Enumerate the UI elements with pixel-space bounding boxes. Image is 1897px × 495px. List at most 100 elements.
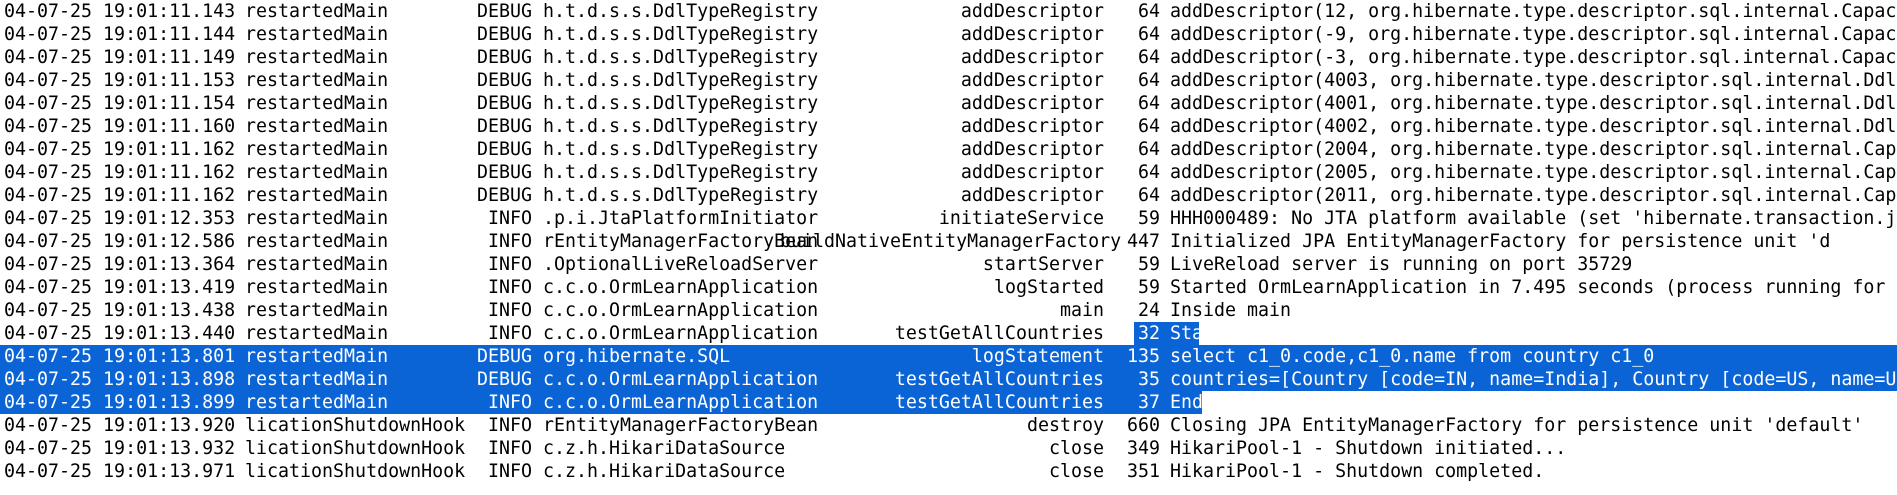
log-thread: restartedMain xyxy=(245,254,389,275)
log-line-number: 64 xyxy=(1137,93,1160,114)
log-line[interactable]: 04-07-25 19:01:11.143 restartedMain DEBUG h… xyxy=(0,0,1897,23)
log-method: destroy xyxy=(1026,415,1104,436)
log-date: 04-07-25 19:01:11.149 xyxy=(4,47,236,68)
log-message: addDescriptor(4003, org.hibernate.type.d… xyxy=(1170,70,1897,91)
log-logger: c.c.o.OrmLearnApplication xyxy=(543,277,819,298)
log-message: End xyxy=(1170,392,1204,413)
log-line-number: 59 xyxy=(1137,277,1160,298)
log-line[interactable]: 04-07-25 19:01:11.153 restartedMain DEBUG h… xyxy=(0,69,1897,92)
log-level: DEBUG xyxy=(476,47,532,68)
log-logger: c.z.h.HikariDataSource xyxy=(543,438,786,459)
log-thread: restartedMain xyxy=(245,392,389,413)
log-thread: restartedMain xyxy=(245,323,389,344)
log-method: startServer xyxy=(982,254,1104,275)
log-method: testGetAllCountries xyxy=(894,369,1104,390)
log-message: Started OrmLearnApplication in 7.495 sec… xyxy=(1170,277,1886,298)
log-line[interactable]: 04-07-25 19:01:13.438 restartedMain INFO c.… xyxy=(0,299,1897,322)
log-line-number: 135 xyxy=(1126,346,1160,367)
log-logger: h.t.d.s.s.DdlTypeRegistry xyxy=(543,139,819,160)
log-line[interactable]: 04-07-25 19:01:11.162 restartedMain DEBUG h… xyxy=(0,161,1897,184)
log-thread: restartedMain xyxy=(245,47,389,68)
log-line-number: 64 xyxy=(1137,47,1160,68)
log-method: initiateService xyxy=(938,208,1104,229)
log-line[interactable]: 04-07-25 19:01:11.160 restartedMain DEBUG h… xyxy=(0,115,1897,138)
log-method: testGetAllCountries xyxy=(894,392,1104,413)
log-line[interactable]: 04-07-25 19:01:13.920 licationShutdownHoo… xyxy=(0,414,1897,437)
log-level: INFO xyxy=(487,415,532,436)
log-level: INFO xyxy=(487,461,532,482)
log-line[interactable]: 04-07-25 19:01:11.149 restartedMain DEBUG h… xyxy=(0,46,1897,69)
log-date: 04-07-25 19:01:11.162 xyxy=(4,162,236,183)
log-message: countries=[Country [code=IN, name=India]… xyxy=(1170,369,1897,390)
log-message: addDescriptor(2005, org.hibernate.type.d… xyxy=(1170,162,1897,183)
log-date: 04-07-25 19:01:11.153 xyxy=(4,70,236,91)
log-method: close xyxy=(1048,438,1104,459)
log-thread: restartedMain xyxy=(245,369,389,390)
log-line[interactable]: 04-07-25 19:01:13.899 restartedMain INFO c.… xyxy=(0,391,1897,414)
log-message: addDescriptor(2011, org.hibernate.type.d… xyxy=(1170,185,1897,206)
log-line-number: 64 xyxy=(1137,70,1160,91)
log-line-number: 35 xyxy=(1137,369,1160,390)
log-message: HHH000489: No JTA platform available (se… xyxy=(1170,208,1897,229)
log-level: DEBUG xyxy=(476,70,532,91)
log-level: DEBUG xyxy=(476,93,532,114)
log-line-number: 64 xyxy=(1137,116,1160,137)
log-thread: licationShutdownHook xyxy=(245,415,466,436)
log-thread: restartedMain xyxy=(245,277,389,298)
console-output[interactable]: 04-07-25 19:01:11.143 restartedMain DEBUG h… xyxy=(0,0,1897,495)
log-line[interactable]: 04-07-25 19:01:13.932 licationShutdownHoo… xyxy=(0,437,1897,460)
log-line[interactable]: 04-07-25 19:01:12.353 restartedMain INFO .p… xyxy=(0,207,1897,230)
log-level: DEBUG xyxy=(476,185,532,206)
log-line-number: 59 xyxy=(1137,208,1160,229)
log-date: 04-07-25 19:01:11.160 xyxy=(4,116,236,137)
log-level: DEBUG xyxy=(476,116,532,137)
log-line-number: 24 xyxy=(1137,300,1160,321)
log-level: DEBUG xyxy=(476,369,532,390)
log-logger: h.t.d.s.s.DdlTypeRegistry xyxy=(543,47,819,68)
log-method: buildNativeEntityManagerFactory xyxy=(780,231,1122,252)
log-method: addDescriptor xyxy=(960,162,1104,183)
log-level: INFO xyxy=(487,277,532,298)
log-logger: h.t.d.s.s.DdlTypeRegistry xyxy=(543,162,819,183)
log-message: Inside main xyxy=(1170,300,1292,321)
log-method: close xyxy=(1048,461,1104,482)
log-line[interactable]: 04-07-25 19:01:11.154 restartedMain DEBUG h… xyxy=(0,92,1897,115)
log-message: addDescriptor(4001, org.hibernate.type.d… xyxy=(1170,93,1897,114)
log-logger: c.c.o.OrmLearnApplication xyxy=(543,392,819,413)
log-date: 04-07-25 19:01:13.419 xyxy=(4,277,236,298)
log-level: INFO xyxy=(487,300,532,321)
log-thread: restartedMain xyxy=(245,70,389,91)
log-message: addDescriptor(-9, org.hibernate.type.des… xyxy=(1170,24,1897,45)
log-line[interactable]: 04-07-25 19:01:13.801 restartedMain DEBUG o… xyxy=(0,345,1897,368)
log-date: 04-07-25 19:01:13.438 xyxy=(4,300,236,321)
log-thread: licationShutdownHook xyxy=(245,461,466,482)
log-logger: .p.i.JtaPlatformInitiator xyxy=(543,208,819,229)
log-message: addDescriptor(-3, org.hibernate.type.des… xyxy=(1170,47,1897,68)
log-line[interactable]: 04-07-25 19:01:11.162 restartedMain DEBUG h… xyxy=(0,184,1897,207)
log-date: 04-07-25 19:01:13.801 xyxy=(4,346,236,367)
log-method: addDescriptor xyxy=(960,70,1104,91)
log-line[interactable]: 04-07-25 19:01:13.971 licationShutdownHoo… xyxy=(0,460,1897,483)
log-method: logStarted xyxy=(993,277,1104,298)
log-date: 04-07-25 19:01:13.932 xyxy=(4,438,236,459)
log-line-number: 37 xyxy=(1137,392,1160,413)
log-line[interactable]: 04-07-25 19:01:11.162 restartedMain DEBUG h… xyxy=(0,138,1897,161)
log-line[interactable]: 04-07-25 19:01:13.898 restartedMain DEBUG c… xyxy=(0,368,1897,391)
log-line[interactable]: 04-07-25 19:01:11.144 restartedMain DEBUG h… xyxy=(0,23,1897,46)
log-line-number: 660 xyxy=(1126,415,1160,436)
log-method: addDescriptor xyxy=(960,116,1104,137)
log-line-number: 32 xyxy=(1137,323,1160,344)
log-line-number: 447 xyxy=(1126,231,1160,252)
log-thread: restartedMain xyxy=(245,24,389,45)
log-line[interactable]: 04-07-25 19:01:12.586 restartedMain INFO rE… xyxy=(0,230,1897,253)
log-level: INFO xyxy=(487,323,532,344)
log-line[interactable]: 04-07-25 19:01:13.364 restartedMain INFO .O… xyxy=(0,253,1897,276)
log-date: 04-07-25 19:01:11.162 xyxy=(4,185,236,206)
log-line-number: 64 xyxy=(1137,24,1160,45)
log-date: 04-07-25 19:01:11.162 xyxy=(4,139,236,160)
log-line[interactable]: 04-07-25 19:01:13.419 restartedMain INFO c.… xyxy=(0,276,1897,299)
log-logger: c.c.o.OrmLearnApplication xyxy=(543,369,819,390)
log-date: 04-07-25 19:01:13.440 xyxy=(4,323,236,344)
log-line[interactable]: 04-07-25 19:01:13.440 restartedMain INFO c.… xyxy=(0,322,1897,345)
log-line-number: 64 xyxy=(1137,162,1160,183)
